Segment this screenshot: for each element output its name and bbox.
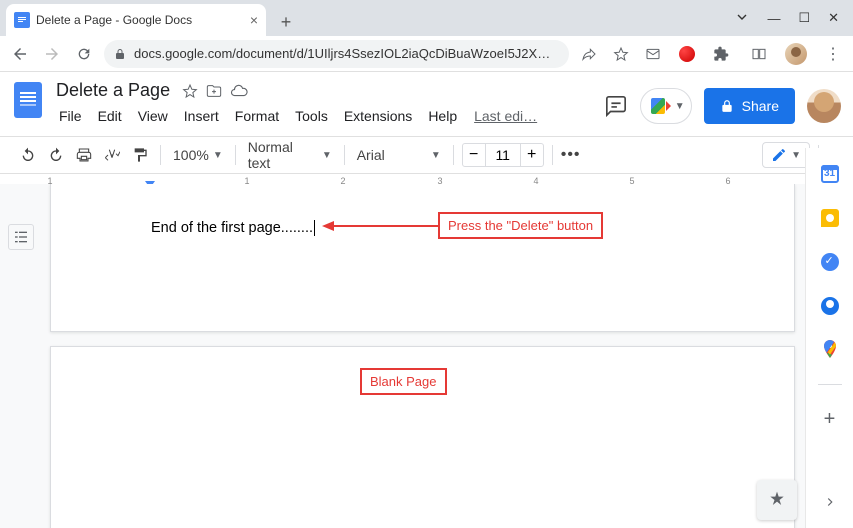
- tasks-icon[interactable]: [820, 252, 840, 272]
- paint-format-button[interactable]: [128, 143, 152, 167]
- comments-icon[interactable]: [604, 94, 628, 118]
- menu-help[interactable]: Help: [421, 105, 464, 127]
- maps-icon[interactable]: [820, 340, 840, 360]
- account-avatar[interactable]: [807, 89, 841, 123]
- close-window-button[interactable]: ✕: [828, 10, 839, 26]
- contacts-icon[interactable]: [820, 296, 840, 316]
- document-page-1[interactable]: End of the first page........: [50, 184, 795, 332]
- chevron-down-icon: ▼: [675, 101, 685, 112]
- profile-avatar-small[interactable]: [785, 43, 807, 65]
- document-canvas: End of the first page........ Press the …: [0, 184, 805, 528]
- extensions-icon[interactable]: [709, 42, 733, 66]
- last-edit-link[interactable]: Last edi…: [474, 105, 537, 127]
- menu-file[interactable]: File: [52, 105, 89, 127]
- cloud-status-icon[interactable]: [230, 82, 248, 100]
- share-button[interactable]: Share: [704, 88, 795, 124]
- reading-list-icon[interactable]: [747, 42, 771, 66]
- more-options-button[interactable]: •••: [561, 146, 581, 164]
- docs-favicon: [14, 12, 30, 28]
- pencil-icon: [771, 147, 787, 163]
- back-button[interactable]: [8, 42, 32, 66]
- menu-format[interactable]: Format: [228, 105, 286, 127]
- font-size-decrease-button[interactable]: −: [463, 144, 485, 166]
- extension-icons: ⋮: [641, 42, 845, 66]
- new-tab-button[interactable]: +: [272, 8, 300, 36]
- bookmark-star-icon[interactable]: [609, 42, 633, 66]
- undo-button[interactable]: [16, 143, 40, 167]
- collapse-side-panel-button[interactable]: [823, 495, 837, 514]
- side-panel: 31 +: [805, 148, 853, 528]
- lock-icon: [114, 48, 126, 60]
- calendar-icon[interactable]: 31: [820, 164, 840, 184]
- font-size-input[interactable]: [485, 144, 521, 166]
- mail-icon[interactable]: [641, 42, 665, 66]
- chrome-menu-icon[interactable]: ⋮: [821, 42, 845, 66]
- keep-icon[interactable]: [820, 208, 840, 228]
- font-size-increase-button[interactable]: +: [521, 144, 543, 166]
- close-tab-icon[interactable]: ×: [250, 12, 258, 28]
- reload-button[interactable]: [72, 42, 96, 66]
- opera-icon[interactable]: [679, 46, 695, 62]
- zoom-dropdown[interactable]: 100%▼: [169, 144, 227, 166]
- share-label: Share: [742, 98, 779, 114]
- annotation-blank: Blank Page: [360, 368, 447, 395]
- style-dropdown[interactable]: Normal text▼: [244, 136, 336, 174]
- minimize-button[interactable]: —: [767, 11, 780, 26]
- lock-icon: [720, 99, 734, 113]
- menu-view[interactable]: View: [131, 105, 175, 127]
- redo-button[interactable]: [44, 143, 68, 167]
- browser-tab-strip: Delete a Page - Google Docs × + — ☐ ✕: [0, 0, 853, 36]
- font-size-control: − +: [462, 143, 544, 167]
- meet-button[interactable]: ▼: [640, 88, 692, 124]
- annotation-arrow: [322, 220, 442, 232]
- star-icon[interactable]: [182, 83, 198, 99]
- window-controls: — ☐ ✕: [735, 0, 853, 36]
- forward-button[interactable]: [40, 42, 64, 66]
- maximize-button[interactable]: ☐: [798, 10, 810, 26]
- formatting-toolbar: 100%▼ Normal text▼ Arial▼ − + ••• ▼: [0, 136, 853, 174]
- document-outline-button[interactable]: [8, 224, 34, 250]
- document-title[interactable]: Delete a Page: [52, 78, 174, 103]
- share-url-icon[interactable]: [577, 42, 601, 66]
- tab-title: Delete a Page - Google Docs: [36, 13, 192, 27]
- url-box[interactable]: docs.google.com/document/d/1UIljrs4SsezI…: [104, 40, 569, 68]
- meet-icon: [651, 98, 671, 114]
- url-text: docs.google.com/document/d/1UIljrs4SsezI…: [134, 46, 550, 61]
- menu-edit[interactable]: Edit: [91, 105, 129, 127]
- move-icon[interactable]: [206, 83, 222, 99]
- add-addon-button[interactable]: +: [820, 409, 840, 429]
- font-dropdown[interactable]: Arial▼: [353, 144, 445, 166]
- spellcheck-button[interactable]: [100, 143, 124, 167]
- docs-logo[interactable]: [8, 78, 48, 130]
- menu-insert[interactable]: Insert: [177, 105, 226, 127]
- print-button[interactable]: [72, 143, 96, 167]
- docs-header: Delete a Page File Edit View Insert Form…: [0, 72, 853, 130]
- document-text[interactable]: End of the first page........: [151, 220, 315, 236]
- browser-tab[interactable]: Delete a Page - Google Docs ×: [6, 4, 266, 36]
- editing-mode-button[interactable]: ▼: [762, 142, 810, 168]
- chevron-down-icon[interactable]: [735, 10, 749, 27]
- annotation-delete: Press the "Delete" button: [438, 212, 603, 239]
- chevron-down-icon: ▼: [791, 150, 801, 161]
- menu-tools[interactable]: Tools: [288, 105, 335, 127]
- address-bar: docs.google.com/document/d/1UIljrs4SsezI…: [0, 36, 853, 72]
- explore-button[interactable]: [757, 480, 797, 520]
- menu-extensions[interactable]: Extensions: [337, 105, 419, 127]
